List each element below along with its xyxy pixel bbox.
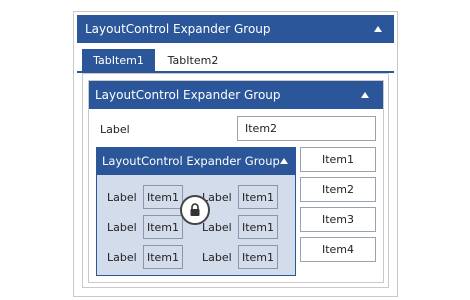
grid-item-field[interactable]: Item1 [143, 215, 183, 239]
lock-icon[interactable] [180, 195, 210, 225]
tab-item2-label: TabItem2 [167, 53, 219, 67]
caret-up-icon[interactable] [361, 92, 369, 98]
nested-group-title: LayoutControl Expander Group [102, 154, 280, 168]
outer-group-header[interactable]: LayoutControl Expander Group [77, 15, 394, 43]
caret-up-icon[interactable] [279, 158, 288, 164]
lock-glyph-icon [190, 203, 200, 216]
inner-group-title: LayoutControl Expander Group [95, 88, 281, 102]
grid-item-field[interactable]: Item1 [238, 245, 278, 269]
tab-item2[interactable]: TabItem2 [159, 49, 227, 71]
inner-group-header[interactable]: LayoutControl Expander Group [89, 81, 383, 109]
tab-item1-label: TabItem1 [93, 53, 144, 67]
grid-label: Label [202, 250, 232, 264]
grid-item-field[interactable]: Item1 [238, 215, 278, 239]
tab-item1[interactable]: TabItem1 [82, 49, 155, 71]
outer-group-title: LayoutControl Expander Group [85, 22, 271, 36]
grid-label: Label [107, 190, 137, 204]
grid-item-field[interactable]: Item1 [143, 185, 183, 209]
side-item-button[interactable]: Item1 [300, 147, 376, 172]
caret-up-icon[interactable] [374, 26, 382, 32]
nested-group-header[interactable]: LayoutControl Expander Group [96, 147, 296, 175]
side-item-button[interactable]: Item2 [300, 177, 376, 202]
grid-item-field[interactable]: Item1 [143, 245, 183, 269]
grid-label: Label [107, 250, 137, 264]
side-item-button[interactable]: Item4 [300, 237, 376, 262]
side-item-button[interactable]: Item3 [300, 207, 376, 232]
grid-item-field[interactable]: Item1 [238, 185, 278, 209]
grid-label: Label [107, 220, 137, 234]
inner-item2-field[interactable]: Item2 [237, 116, 376, 141]
inner-label: Label [100, 122, 130, 136]
